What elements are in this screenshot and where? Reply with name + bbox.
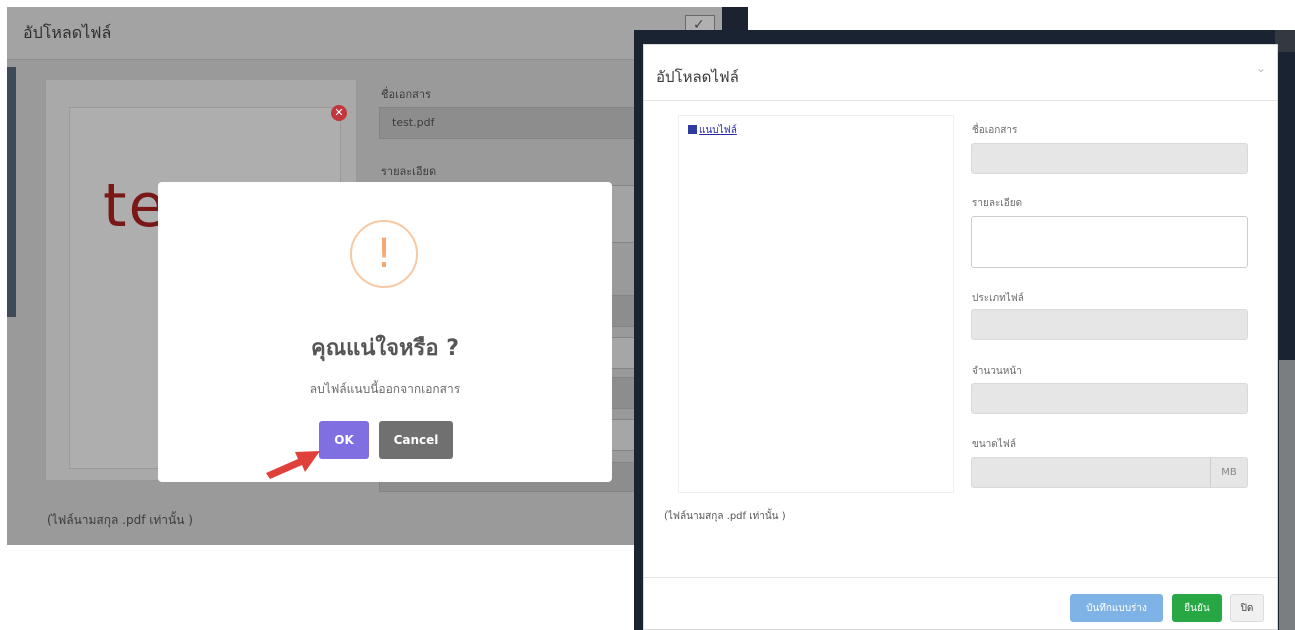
right-backdrop-strip <box>1279 360 1295 630</box>
right-upload-modal: อัปโหลดไฟล์ ⌄ แนบไฟล์ (ไฟล์นามสกุล .pdf … <box>643 44 1278 630</box>
close-button[interactable]: ปิด <box>1230 594 1264 622</box>
detail-label: รายละเอียด <box>972 198 1023 209</box>
detail-textarea[interactable] <box>971 216 1248 268</box>
left-doc-name-label: ชื่อเอกสาร <box>381 88 431 101</box>
remove-file-icon[interactable]: ✕ <box>331 105 347 121</box>
confirm-dialog-text: ลบไฟล์แนบนี้ออกจากเอกสาร <box>309 382 461 396</box>
left-modal-title: อัปโหลดไฟล์ <box>23 23 112 42</box>
right-modal-close-icon[interactable]: ⌄ <box>1256 61 1266 75</box>
right-modal-header-divider <box>644 100 1277 101</box>
doc-name-label: ชื่อเอกสาร <box>972 125 1018 136</box>
warning-icon: ! <box>350 220 418 288</box>
cancel-button[interactable]: Cancel <box>379 421 453 459</box>
file-icon <box>688 125 697 134</box>
file-type-label: ประเภทไฟล์ <box>972 293 1024 304</box>
red-arrow-pointer <box>266 451 320 479</box>
right-modal-footer-divider <box>644 577 1277 578</box>
confirm-button[interactable]: ยืนยัน <box>1172 594 1222 622</box>
left-edge-strip <box>7 67 16 317</box>
left-footnote: (ไฟล์นามสกุล .pdf เท่านั้น ) <box>47 513 193 527</box>
doc-name-input[interactable] <box>971 143 1248 174</box>
page-count-label: จำนวนหน้า <box>972 366 1022 377</box>
file-size-unit: MB <box>1210 458 1247 487</box>
confirm-dialog-title: คุณแน่ใจหรือ ? <box>311 336 459 361</box>
right-preview-panel <box>678 115 954 493</box>
confirm-dialog: ! คุณแน่ใจหรือ ? ลบไฟล์แนบนี้ออกจากเอกสา… <box>158 182 612 482</box>
right-modal-title: อัปโหลดไฟล์ <box>656 68 739 86</box>
save-draft-button[interactable]: บันทึกแบบร่าง <box>1070 594 1163 622</box>
left-detail-label: รายละเอียด <box>381 165 437 178</box>
file-type-input[interactable] <box>971 309 1248 340</box>
file-size-label: ขนาดไฟล์ <box>972 439 1017 450</box>
right-footnote: (ไฟล์นามสกุล .pdf เท่านั้น ) <box>664 511 786 522</box>
page-count-input[interactable] <box>971 383 1248 414</box>
right-backdrop-corner <box>1275 30 1295 52</box>
ok-button[interactable]: OK <box>319 421 369 459</box>
attach-file-label: แนบไฟล์ <box>699 125 737 136</box>
file-size-input[interactable]: MB <box>971 457 1248 488</box>
attach-file-link[interactable]: แนบไฟล์ <box>688 123 737 138</box>
left-doc-name-value: test.pdf <box>392 116 435 129</box>
